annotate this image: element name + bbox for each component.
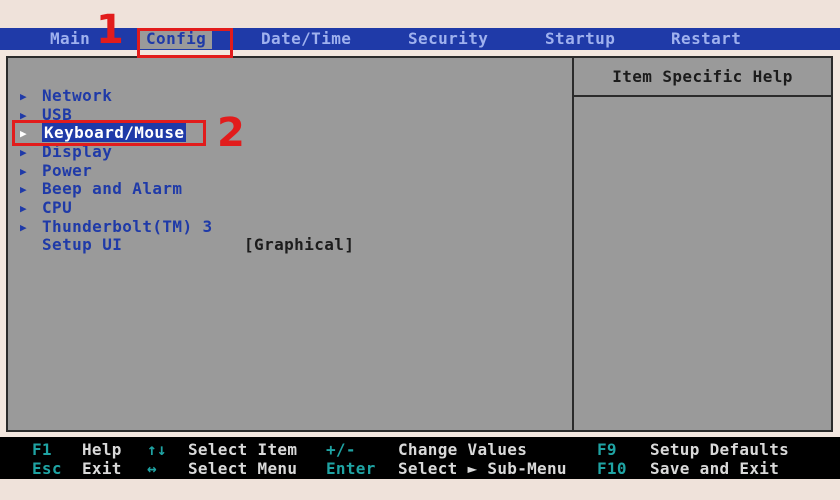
leftright-arrows-icon: ↔ bbox=[147, 459, 157, 478]
bios-menu-bar: Main Config Date/Time Security Startup R… bbox=[0, 28, 840, 50]
tab-date-time[interactable]: Date/Time bbox=[261, 29, 351, 49]
help-title-divider bbox=[574, 95, 831, 97]
tab-security[interactable]: Security bbox=[408, 29, 488, 49]
menu-item-beep-and-alarm[interactable]: ▶ Beep and Alarm bbox=[20, 180, 182, 198]
triangle-right-icon: ▶ bbox=[20, 165, 28, 178]
footer-key-f9: F9 bbox=[597, 440, 617, 459]
menu-item-network[interactable]: ▶ Network bbox=[20, 87, 112, 105]
footer-label-select-submenu: Select ► Sub-Menu bbox=[398, 459, 567, 478]
setup-ui-option[interactable]: Setup UI bbox=[20, 236, 122, 254]
footer-key-enter: Enter bbox=[326, 459, 376, 478]
triangle-right-icon: ▶ bbox=[20, 202, 28, 215]
footer-label-select-menu: Select Menu bbox=[188, 459, 298, 478]
config-panel: ▶ Network ▶ USB ▶ Keyboard/Mouse ▶ Display ▶… bbox=[6, 56, 833, 432]
footer-key-esc: Esc bbox=[32, 459, 62, 478]
annotation-step-2: 2 bbox=[217, 110, 245, 156]
footer-label-select-item: Select Item bbox=[188, 440, 298, 459]
tab-restart[interactable]: Restart bbox=[671, 29, 741, 49]
footer-label-setup-defaults: Setup Defaults bbox=[650, 440, 790, 459]
photo-background-bottom bbox=[0, 479, 840, 500]
footer-key-f10: F10 bbox=[597, 459, 627, 478]
footer-label-save-and-exit: Save and Exit bbox=[650, 459, 780, 478]
setup-ui-value[interactable]: [Graphical] bbox=[244, 236, 354, 254]
triangle-right-icon: ▶ bbox=[20, 90, 28, 103]
footer-label-help: Help bbox=[82, 440, 122, 459]
footer-key-f1: F1 bbox=[32, 440, 52, 459]
tab-startup[interactable]: Startup bbox=[545, 29, 615, 49]
tab-main[interactable]: Main bbox=[50, 29, 90, 49]
triangle-right-icon: ▶ bbox=[20, 183, 28, 196]
annotation-box-keyboard-mouse bbox=[12, 120, 206, 146]
menu-item-thunderbolt[interactable]: ▶ Thunderbolt(TM) 3 bbox=[20, 218, 213, 236]
menu-item-cpu[interactable]: ▶ CPU bbox=[20, 199, 72, 217]
footer-key-plus-minus: +/- bbox=[326, 440, 356, 459]
triangle-right-icon: ▶ bbox=[20, 146, 28, 159]
triangle-right-icon: ▶ bbox=[20, 221, 28, 234]
panel-divider bbox=[572, 58, 574, 430]
setup-ui-label: Setup UI bbox=[42, 235, 123, 254]
menu-item-power[interactable]: ▶ Power bbox=[20, 162, 92, 180]
annotation-step-1: 1 bbox=[96, 7, 124, 53]
help-panel-title: Item Specific Help bbox=[612, 67, 793, 86]
footer-label-exit: Exit bbox=[82, 459, 122, 478]
bios-help-footer: F1 Help ↑↓ Select Item +/- Change Values… bbox=[0, 437, 840, 479]
annotation-box-config-tab bbox=[137, 28, 233, 58]
photo-background-top bbox=[0, 0, 840, 28]
footer-label-change-values: Change Values bbox=[398, 440, 528, 459]
updown-arrows-icon: ↑↓ bbox=[147, 440, 167, 459]
